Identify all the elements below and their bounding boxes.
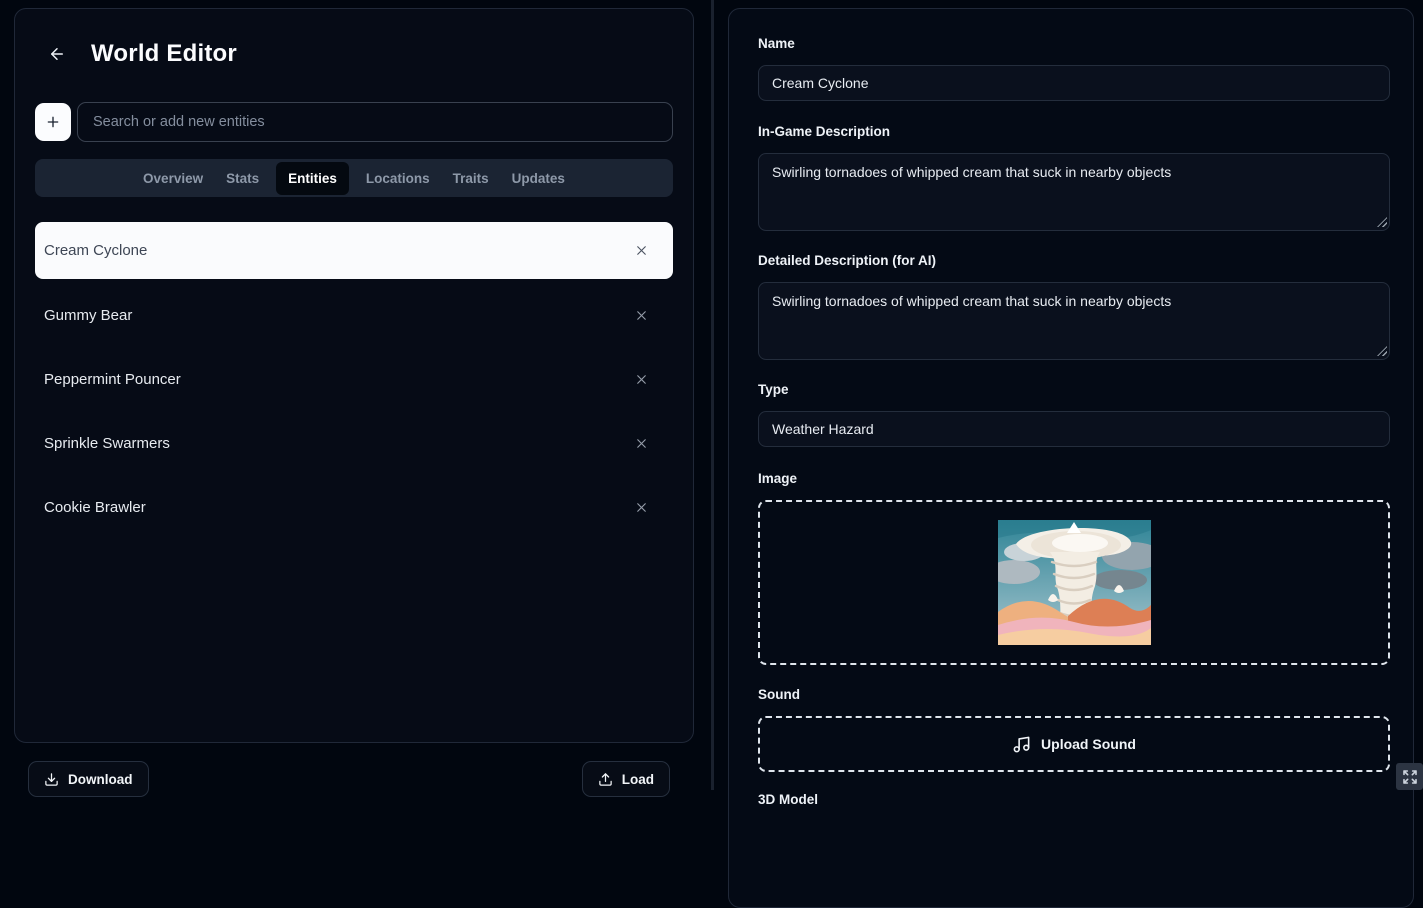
entity-sidebar-panel: World Editor Overview Stats Entities Loc… (14, 8, 694, 743)
tab-entities[interactable]: Entities (276, 162, 349, 195)
remove-entity-button[interactable] (632, 498, 651, 517)
panel-divider (711, 0, 714, 790)
entity-name: Cream Cyclone (44, 242, 147, 259)
model-section-label: 3D Model (758, 792, 1390, 807)
ingame-description-label: In-Game Description (758, 124, 1390, 139)
music-note-icon (1012, 735, 1031, 754)
remove-entity-button[interactable] (632, 241, 651, 260)
plus-icon (45, 114, 61, 130)
ingame-description-textarea[interactable]: Swirling tornadoes of whipped cream that… (758, 153, 1390, 231)
name-field-label: Name (758, 36, 1390, 51)
add-entity-button[interactable] (35, 103, 71, 141)
expand-arrows-icon (1402, 769, 1418, 785)
image-dropzone[interactable] (758, 500, 1390, 665)
download-button-label: Download (68, 772, 133, 787)
download-button[interactable]: Download (28, 761, 149, 797)
sidebar-footer: Download Load (28, 761, 670, 797)
x-icon (634, 243, 649, 258)
tab-stats[interactable]: Stats (220, 163, 265, 194)
sidebar-header: World Editor (35, 40, 673, 68)
image-section-label: Image (758, 471, 1390, 486)
x-icon (634, 372, 649, 387)
load-button-label: Load (622, 772, 654, 787)
detailed-description-wrap: Swirling tornadoes of whipped cream that… (758, 282, 1390, 360)
sound-section-label: Sound (758, 687, 1390, 702)
entity-image-preview (998, 520, 1151, 645)
entity-list: Cream Cyclone Gummy Bear Peppermint Poun… (35, 222, 673, 539)
ingame-description-wrap: Swirling tornadoes of whipped cream that… (758, 153, 1390, 231)
entity-name: Gummy Bear (44, 307, 132, 324)
entity-name: Peppermint Pouncer (44, 371, 181, 388)
entity-row-peppermint-pouncer[interactable]: Peppermint Pouncer (35, 347, 673, 411)
arrow-left-icon (48, 45, 66, 63)
type-input[interactable] (758, 411, 1390, 447)
entity-search-row (35, 102, 673, 142)
tab-traits[interactable]: Traits (447, 163, 495, 194)
detailed-description-textarea[interactable]: Swirling tornadoes of whipped cream that… (758, 282, 1390, 360)
entity-name: Cookie Brawler (44, 499, 146, 516)
entity-row-cream-cyclone[interactable]: Cream Cyclone (35, 222, 673, 279)
back-button[interactable] (46, 43, 68, 65)
tab-overview[interactable]: Overview (137, 163, 209, 194)
page-title: World Editor (91, 40, 237, 68)
entity-name: Sprinkle Swarmers (44, 435, 170, 452)
x-icon (634, 500, 649, 515)
download-tray-icon (44, 772, 59, 787)
upload-tray-icon (598, 772, 613, 787)
type-field-label: Type (758, 382, 1390, 397)
tab-updates[interactable]: Updates (506, 163, 571, 194)
sound-upload-dropzone[interactable]: Upload Sound (758, 716, 1390, 772)
name-input[interactable] (758, 65, 1390, 101)
entity-row-sprinkle-swarmers[interactable]: Sprinkle Swarmers (35, 411, 673, 475)
upload-sound-label: Upload Sound (1041, 736, 1136, 752)
remove-entity-button[interactable] (632, 434, 651, 453)
load-button[interactable]: Load (582, 761, 670, 797)
entity-search-input[interactable] (77, 102, 673, 142)
x-icon (634, 436, 649, 451)
entity-row-cookie-brawler[interactable]: Cookie Brawler (35, 475, 673, 539)
detailed-description-label: Detailed Description (for AI) (758, 253, 1390, 268)
section-tabbar: Overview Stats Entities Locations Traits… (35, 159, 673, 197)
x-icon (634, 308, 649, 323)
remove-entity-button[interactable] (632, 306, 651, 325)
entity-editor-panel: Name In-Game Description Swirling tornad… (728, 8, 1414, 908)
entity-row-gummy-bear[interactable]: Gummy Bear (35, 283, 673, 347)
remove-entity-button[interactable] (632, 370, 651, 389)
tab-locations[interactable]: Locations (360, 163, 436, 194)
fullscreen-toggle-button[interactable] (1396, 763, 1423, 790)
